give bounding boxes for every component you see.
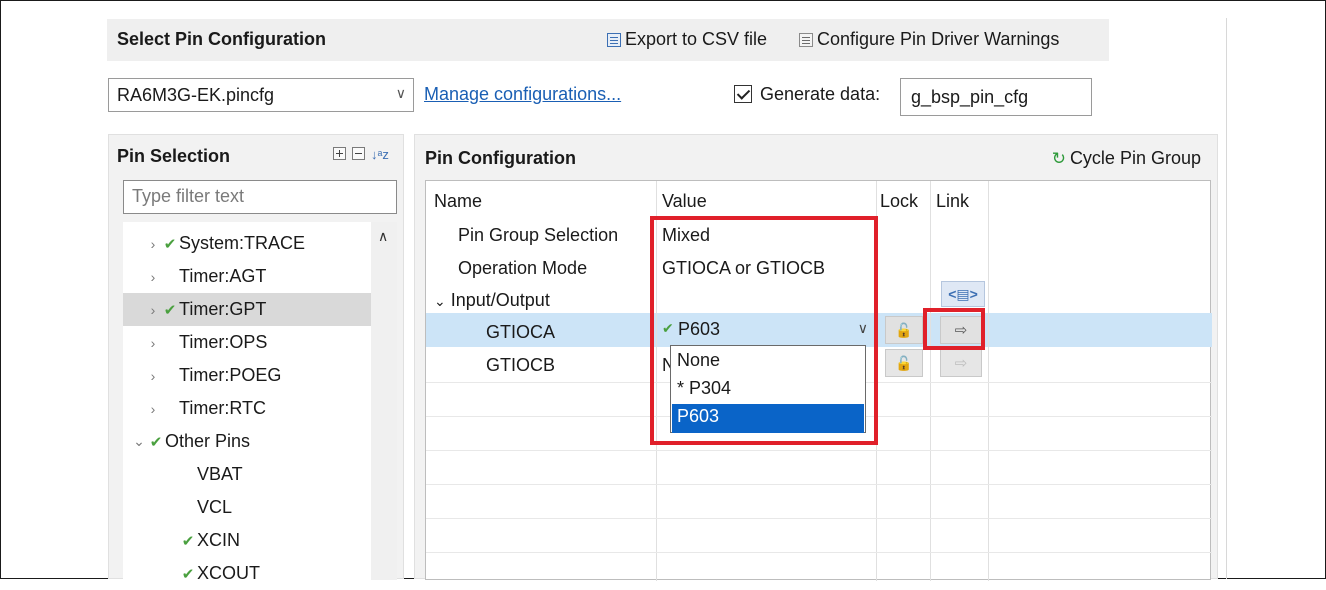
tree-item-label: XCIN: [197, 530, 241, 550]
generate-data-value: g_bsp_pin_cfg: [911, 87, 1029, 107]
row-divider: [426, 484, 1212, 485]
scroll-up-icon[interactable]: ∧: [378, 228, 388, 245]
row-name: Operation Mode: [458, 258, 588, 278]
config-select[interactable]: RA6M3G-EK.pincfg ∨: [108, 78, 414, 112]
cycle-pin-group-label: Cycle Pin Group: [1069, 148, 1201, 168]
tree-item-label: XCOUT: [197, 563, 260, 583]
link-group-button[interactable]: <▤>: [941, 281, 985, 307]
tree-item-label: Timer:GPT: [179, 299, 267, 319]
tree-item-label: Timer:RTC: [179, 398, 266, 418]
configure-warnings-button[interactable]: Configure Pin Driver Warnings: [799, 29, 1059, 50]
arrow-right-icon: ⇨: [954, 355, 968, 372]
tree-item-label: Timer:AGT: [179, 266, 267, 286]
column-header-lock[interactable]: Lock: [880, 191, 918, 212]
chevron-down-icon[interactable]: ⌄: [434, 293, 446, 309]
export-csv-button[interactable]: Export to CSV file: [607, 29, 767, 50]
config-select-value: RA6M3G-EK.pincfg: [117, 85, 275, 105]
tree-item-label: Timer:POEG: [179, 365, 282, 385]
check-icon: ✔: [163, 301, 177, 319]
pin-configuration-title: Pin Configuration: [425, 148, 576, 168]
check-icon: ✔: [181, 565, 195, 583]
row-name: Input/Output: [450, 290, 550, 310]
unlock-icon: 🔓: [895, 354, 913, 371]
tree-item[interactable]: ✔ XCOUT: [123, 557, 371, 590]
tree-item[interactable]: › ✔ Timer:GPT: [123, 293, 371, 326]
chevron-icon[interactable]: ›: [145, 269, 161, 285]
pin-tree: › ✔ System:TRACE › Timer:AGT › ✔ Timer:GPT › Time…: [123, 222, 371, 583]
chevron-icon[interactable]: ›: [145, 401, 161, 417]
row-name: GTIOCB: [486, 355, 556, 375]
tree-item[interactable]: › Timer:AGT: [123, 260, 371, 293]
check-icon: ✔: [149, 433, 163, 451]
row-divider: [426, 450, 1212, 451]
select-config-header: Select Pin Configuration Export to CSV f…: [107, 19, 1109, 61]
tree-item[interactable]: › Timer:RTC: [123, 392, 371, 425]
column-divider: [930, 181, 931, 581]
check-icon: ✔: [163, 235, 177, 253]
lock-button[interactable]: 🔓: [885, 349, 923, 377]
chevron-icon[interactable]: ›: [145, 368, 161, 384]
tree-toolbar: ↓ᵃz: [333, 147, 389, 162]
generate-data-input[interactable]: g_bsp_pin_cfg: [900, 78, 1092, 116]
collapse-all-icon[interactable]: [352, 147, 365, 160]
configure-warnings-label: Configure Pin Driver Warnings: [817, 29, 1060, 49]
tree-item[interactable]: › Timer:OPS: [123, 326, 371, 359]
chevron-icon[interactable]: ›: [145, 302, 161, 318]
sort-icon[interactable]: ↓ᵃz: [371, 147, 389, 162]
tree-item[interactable]: VBAT: [123, 458, 371, 491]
generate-data-label: Generate data:: [760, 84, 881, 104]
row-name: Pin Group Selection: [458, 225, 619, 245]
check-icon: ✔: [181, 532, 195, 550]
column-header-value[interactable]: Value: [662, 191, 707, 212]
tree-item[interactable]: › Timer:POEG: [123, 359, 371, 392]
export-csv-label: Export to CSV file: [625, 29, 768, 49]
column-header-name[interactable]: Name: [434, 191, 482, 212]
chevron-icon[interactable]: ⌄: [131, 433, 147, 450]
column-header-link[interactable]: Link: [936, 191, 969, 212]
tree-item-label: VBAT: [197, 464, 243, 484]
tree-item[interactable]: ⌄ ✔ Other Pins: [123, 425, 371, 458]
cycle-pin-group-button[interactable]: ↻ Cycle Pin Group: [1052, 148, 1201, 169]
tree-item-label: Timer:OPS: [179, 332, 268, 352]
expand-all-icon[interactable]: [333, 147, 346, 160]
link-arrow-button[interactable]: ⇨: [940, 349, 982, 377]
row-name: GTIOCA: [486, 322, 556, 342]
cycle-icon: ↻: [1051, 148, 1066, 168]
tree-scrollbar[interactable]: ∧: [371, 222, 397, 580]
chevron-down-icon: ∨: [395, 85, 406, 101]
pin-selection-panel: Pin Selection ↓ᵃz Type filter text › ✔ Sys…: [108, 134, 404, 583]
unlock-icon: 🔓: [895, 321, 913, 338]
tree-item[interactable]: › ✔ System:TRACE: [123, 227, 371, 260]
row-divider: [426, 552, 1212, 553]
manage-configurations-link[interactable]: Manage configurations...: [424, 84, 621, 105]
select-config-title: Select Pin Configuration: [117, 29, 327, 49]
input-output-group[interactable]: ⌄ Input/Output: [434, 290, 550, 311]
divider: [1226, 18, 1227, 579]
row-divider: [426, 518, 1212, 519]
tree-item[interactable]: ✔ XCIN: [123, 524, 371, 557]
lock-button[interactable]: 🔓: [885, 316, 923, 344]
highlight-box: [923, 308, 985, 350]
tree-item[interactable]: VCL: [123, 491, 371, 524]
column-divider: [988, 181, 989, 581]
generate-data-checkbox[interactable]: [734, 85, 752, 103]
list-icon: [799, 32, 813, 47]
pin-selection-title: Pin Selection: [117, 146, 231, 166]
chevron-icon[interactable]: ›: [145, 236, 161, 252]
spreadsheet-icon: [607, 32, 621, 47]
tree-item-label: VCL: [197, 497, 233, 517]
chevron-icon[interactable]: ›: [145, 335, 161, 351]
tree-item-label: System:TRACE: [179, 233, 306, 253]
tree-item-label: Other Pins: [165, 431, 251, 451]
highlight-box: [650, 216, 878, 445]
filter-input[interactable]: Type filter text: [123, 180, 397, 214]
